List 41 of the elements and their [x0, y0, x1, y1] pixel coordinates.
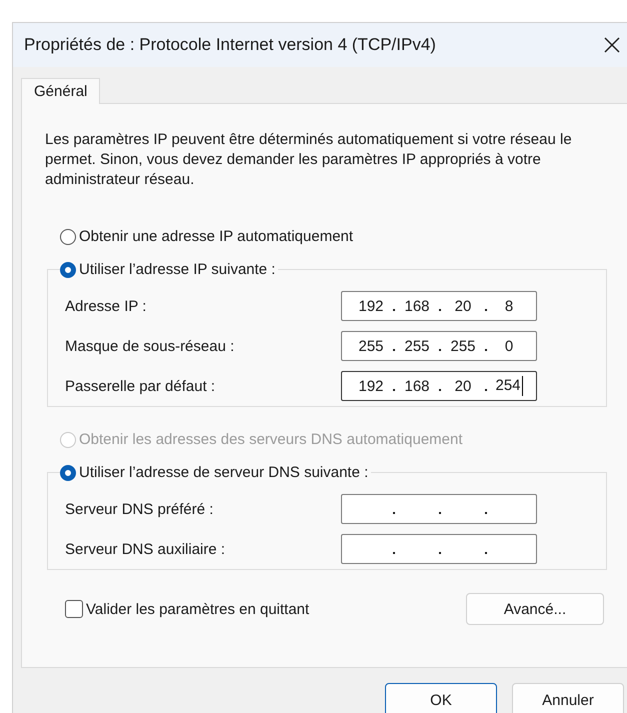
- radio-button[interactable]: [60, 464, 76, 480]
- octet-separator: [393, 349, 395, 351]
- octet-separator: [485, 349, 487, 351]
- advanced-button[interactable]: Avancé...: [466, 593, 604, 625]
- radio-label: Utiliser l’adresse IP suivante :: [79, 261, 276, 278]
- ip-address-field[interactable]: [341, 534, 537, 564]
- octet-separator: [485, 512, 487, 514]
- ip-address-field[interactable]: 255 255 255 0: [341, 331, 537, 361]
- octet-separator: [393, 552, 395, 554]
- field-label: Passerelle par défaut :: [65, 378, 216, 394]
- octet-separator: [393, 309, 395, 311]
- ip-address-field[interactable]: 192 168 20 8: [341, 291, 537, 321]
- radio-button[interactable]: [60, 228, 76, 244]
- radio-label: Obtenir une adresse IP automatiquement: [79, 228, 354, 245]
- octet-separator: [439, 552, 441, 554]
- octet-separator: [439, 349, 441, 351]
- window-title: Propriétés de : Protocole Internet version 4 (TCP/IPv4): [24, 35, 436, 55]
- octet-separator: [439, 512, 441, 514]
- ip-address-field[interactable]: [341, 494, 537, 524]
- field-label: Adresse IP :: [65, 298, 146, 314]
- close-icon[interactable]: [604, 37, 620, 53]
- octet-separator: [485, 552, 487, 554]
- field-label: Serveur DNS préféré :: [65, 500, 214, 518]
- intro-text: Les paramètres IP peuvent être déterminés automatiquement si votre réseau le permet. Sinon, vous devez demander les paramètres IP appropriés à votre administrateur réseau.: [45, 130, 573, 190]
- octet-separator: [439, 389, 441, 391]
- checkbox-label: Valider les paramètres en quittant: [86, 600, 310, 618]
- octet-separator: [393, 512, 395, 514]
- octet-separator: [485, 309, 487, 311]
- ip-address-field[interactable]: 192 168 20 254: [341, 371, 537, 401]
- tab[interactable]: Général: [21, 78, 100, 104]
- checkbox[interactable]: [65, 600, 83, 618]
- octet-separator: [393, 389, 395, 391]
- octet-separator: [439, 309, 441, 311]
- radio-label: Obtenir les adresses des serveurs DNS automatiquement: [79, 431, 463, 448]
- radio-label: Utiliser l’adresse de serveur DNS suivante :: [79, 464, 368, 481]
- octet-separator: [485, 389, 487, 391]
- field-label: Serveur DNS auxiliaire :: [65, 540, 226, 558]
- radio-button[interactable]: [60, 262, 76, 278]
- dialog-button[interactable]: Annuler: [512, 683, 624, 713]
- field-label: Masque de sous-réseau :: [65, 338, 234, 354]
- dialog-button[interactable]: OK: [385, 683, 497, 713]
